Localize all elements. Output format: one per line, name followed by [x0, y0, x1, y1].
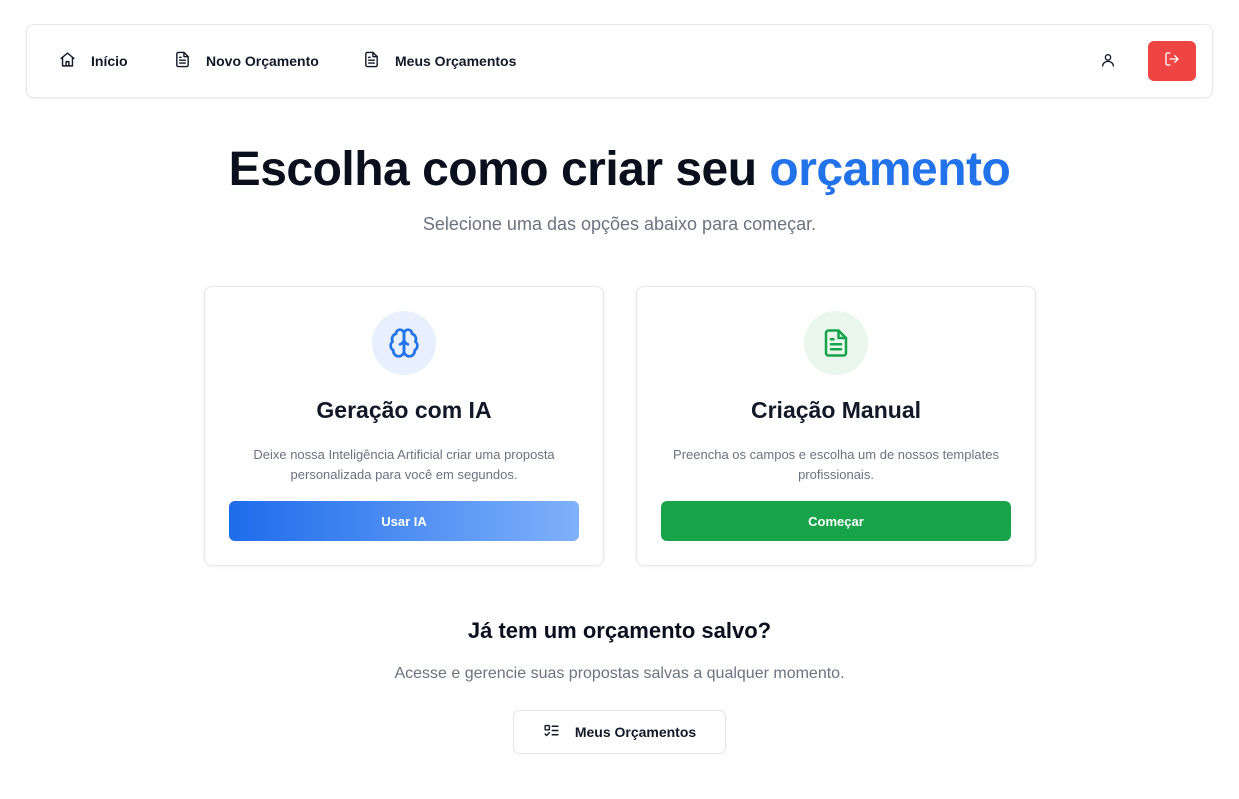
home-icon: [59, 51, 76, 71]
logout-button[interactable]: [1148, 41, 1196, 81]
nav-item-novo-orcamento[interactable]: Novo Orçamento: [174, 25, 319, 97]
my-budgets-button[interactable]: Meus Orçamentos: [513, 710, 726, 754]
my-budgets-button-label: Meus Orçamentos: [574, 724, 697, 740]
file-text-icon: [804, 311, 868, 375]
top-navbar: Início Novo Orçamento Meus Orçamentos: [26, 24, 1213, 98]
file-text-icon: [363, 51, 380, 71]
card-title: Geração com IA: [316, 397, 492, 423]
ai-generation-card: Geração com IA Deixe nossa Inteligência …: [204, 286, 604, 566]
page-title-main: Escolha como criar seu: [228, 143, 757, 196]
saved-section-title: Já tem um orçamento salvo?: [467, 618, 772, 643]
start-manual-button[interactable]: Começar: [661, 501, 1011, 541]
page-title: Escolha como criar seu orçamento: [0, 142, 1239, 197]
file-text-icon: [174, 51, 191, 71]
card-description: Preencha os campos e escolha um de nosso…: [673, 447, 999, 482]
nav-item-label: Meus Orçamentos: [395, 53, 517, 69]
brain-icon: [372, 311, 436, 375]
nav-item-label: Novo Orçamento: [206, 53, 319, 69]
nav-item-label: Início: [91, 53, 128, 69]
list-todo-icon: [543, 722, 560, 742]
logout-icon: [1164, 51, 1180, 72]
nav-item-inicio[interactable]: Início: [59, 25, 128, 97]
page-subtitle: Selecione uma das opções abaixo para com…: [422, 214, 817, 234]
saved-section-subtitle: Acesse e gerencie suas propostas salvas …: [394, 665, 845, 682]
user-icon: [1100, 52, 1116, 73]
user-profile-button[interactable]: [1095, 49, 1121, 75]
nav-item-meus-orcamentos[interactable]: Meus Orçamentos: [363, 25, 516, 97]
manual-creation-card: Criação Manual Preencha os campos e esco…: [636, 286, 1036, 566]
card-description: Deixe nossa Inteligência Artificial cria…: [253, 447, 555, 482]
card-title: Criação Manual: [751, 397, 921, 423]
use-ai-button[interactable]: Usar IA: [229, 501, 579, 541]
page-title-accent: orçamento: [769, 143, 1011, 196]
